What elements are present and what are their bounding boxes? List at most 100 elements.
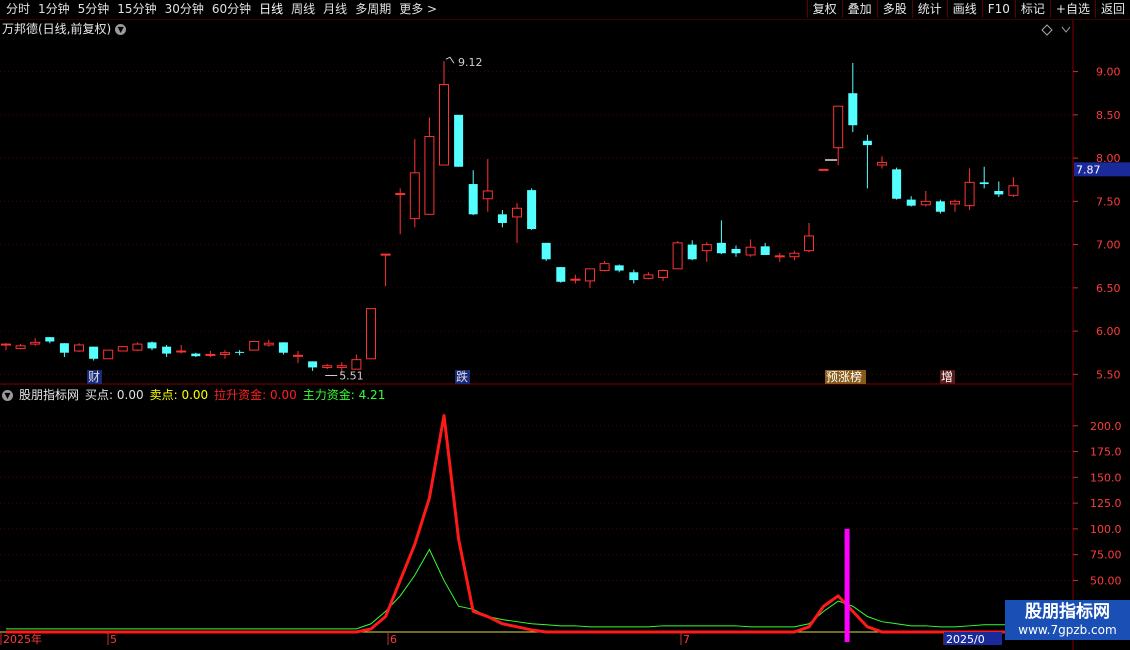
candle-body [862,140,872,146]
toolbar-button-4[interactable]: 画线 [946,0,982,18]
candle-body [556,267,566,282]
zhuli-zijin-line [6,548,1014,630]
candle-body [629,272,639,281]
indicator-axis-label: 125.0 [1090,497,1122,510]
candle-body [920,200,931,206]
toolbar-button-1[interactable]: 叠加 [841,0,877,18]
candle-body [162,346,172,354]
time-axis-label: 7 [683,633,690,646]
time-axis-label: 2025/0 [946,633,985,646]
event-marker: 增 [941,370,953,384]
candle-body [89,346,99,359]
period-tab-10[interactable]: 更多 > [395,1,441,18]
period-tab-3[interactable]: 15分钟 [113,1,160,18]
candle-body [716,242,726,254]
candle-body [964,181,975,207]
lasheng-zijin-line [6,413,1014,634]
period-tab-1[interactable]: 1分钟 [34,1,74,18]
candle-body [15,345,26,349]
candle-body [877,161,887,166]
candle-body [760,246,770,255]
toolbar-button-7[interactable]: +自选 [1049,0,1095,18]
toolbar-button-2[interactable]: 多股 [876,0,912,18]
period-tab-2[interactable]: 5分钟 [74,1,114,18]
stock-title: 万邦德(日线,前复权) [2,22,112,36]
candle-body [979,182,989,185]
indicator-field-1: 卖点: 0.00 [149,388,209,402]
candle-body [935,201,945,212]
candle-body [527,190,537,230]
candle-body [848,93,858,126]
price-axis-label: 7.50 [1096,195,1121,208]
indicator-axis-label: 75.00 [1090,549,1122,562]
time-highlight [944,632,1002,645]
chevron-down-icon[interactable]: ▼ [2,389,13,401]
candle-body [117,346,128,352]
price-axis-label: 6.50 [1096,282,1121,295]
period-tab-0[interactable]: 分时 [2,1,34,18]
chevron-down-icon[interactable]: ▼ [115,23,127,35]
toolbar-button-5[interactable]: F10 [981,0,1015,18]
candle-body [892,169,902,199]
toolbar-button-6[interactable]: 标记 [1014,0,1050,18]
candle-body [585,268,595,282]
candle-body [541,242,551,260]
current-price-text: 7.87 [1076,163,1101,176]
indicator-fields: 买点: 0.00 卖点: 0.00 拉升资金: 0.00 主力资金: 4.21 [85,387,385,403]
candle-body [351,359,362,370]
watermark-logo: 股朋指标网 www.7gpzb.com [1005,600,1130,640]
candle-body [599,263,610,272]
candle-body [45,337,55,342]
high-price-label: 9.12 [458,56,483,69]
candle-body [1008,185,1019,196]
candle-body [512,207,522,218]
price-axis-label: 6.00 [1096,325,1121,338]
indicator-field-2: 拉升资金: 0.00 [214,388,297,402]
indicator-axis-label: 175.0 [1090,446,1122,459]
period-tab-5[interactable]: 60分钟 [208,1,255,18]
chart-canvas[interactable]: 9.12 5.51 财 跌 预涨榜 增 9.00 8.50 8.00 7.50 7.00 6.50 6… [0,0,1130,650]
period-tab-7[interactable]: 周线 [287,1,319,18]
event-marker: 预涨榜 [826,369,862,384]
period-tab-4[interactable]: 30分钟 [161,1,208,18]
candle-body [249,340,260,351]
candle-body [395,193,406,196]
candle-body [293,354,303,357]
toolbar-button-8[interactable]: 返回 [1094,0,1130,18]
indicator-header: ▼ 股朋指标网 买点: 0.00 卖点: 0.00 拉升资金: 0.00 主力资金: … [2,387,385,403]
candle-body [263,342,274,346]
candle-body [205,353,216,356]
current-price-tag [1074,162,1130,177]
toolbar-button-3[interactable]: 统计 [911,0,947,18]
period-tab-9[interactable]: 多周期 [351,1,395,18]
candle-body [380,253,391,256]
price-axis-label: 9.00 [1096,66,1121,79]
period-tab-8[interactable]: 月线 [319,1,351,18]
candle-body [336,365,347,368]
price-axis-label: 8.50 [1096,109,1121,122]
candle-body [409,172,420,220]
period-tab-6[interactable]: 日线 [255,1,287,18]
candle-body [994,190,1004,195]
event-marker-bg [940,370,955,384]
candle-body [687,244,697,260]
candle-body [672,242,683,270]
diamond-icon [1041,24,1053,36]
candle-body [439,84,449,166]
toolbar-button-0[interactable]: 复权 [806,0,842,18]
candlestick-series [1,61,1019,373]
candle-body [454,114,464,167]
candle-body [1,343,11,346]
candle-body [308,361,318,368]
candle-body [220,352,230,355]
candle-body [701,244,712,252]
price-axis-label: 7.00 [1096,239,1121,252]
indicator-axis-label: 50.00 [1090,574,1122,587]
indicator-axis-label: 200.0 [1090,420,1122,433]
price-axis-label: 5.50 [1096,368,1121,381]
candle-body [366,308,376,360]
candle-body [731,248,741,254]
candle-body [497,214,507,223]
event-marker-bg [825,370,866,384]
period-selector: 分时 1分钟 5分钟 15分钟 30分钟 60分钟 日线 周线 月线 多周期 更多 > [2,1,441,18]
